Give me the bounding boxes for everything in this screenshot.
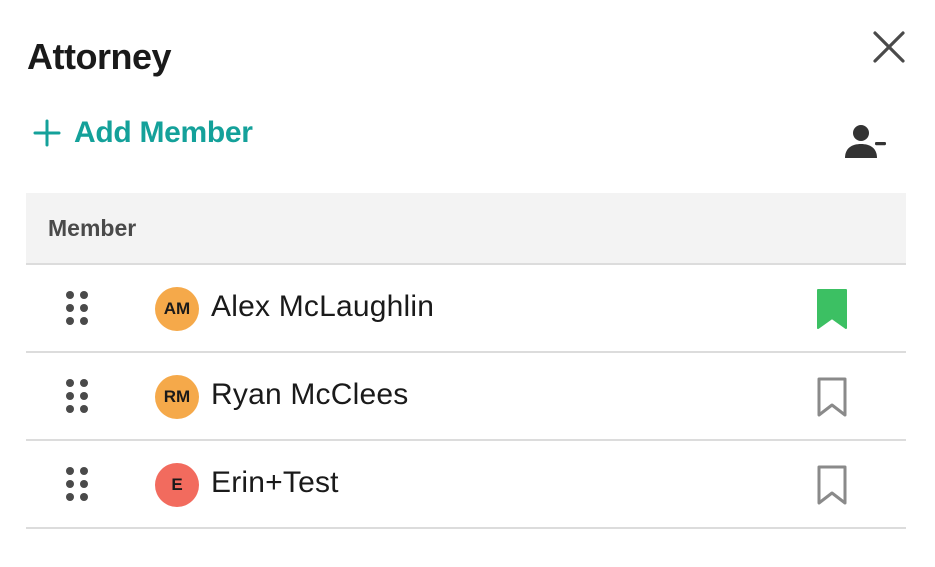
table-row: RM Ryan McClees [26,353,906,441]
close-icon [873,31,905,63]
add-member-label: Add Member [74,116,253,149]
column-header-member: Member [48,214,137,241]
avatar: AM [155,287,199,331]
avatar: RM [155,375,199,419]
drag-handle-icon[interactable] [64,377,90,415]
bookmark-filled-icon[interactable] [814,287,850,331]
avatar-initials: AM [163,299,191,318]
table-row: AM Alex McLaughlin [26,265,906,353]
members-table: Member AM Alex McLaughlin RM Ryan McClee… [26,193,906,529]
drag-handle-icon[interactable] [64,465,90,503]
person-remove-icon [845,125,886,158]
add-member-button[interactable]: Add Member [32,116,253,150]
bookmark-outline-icon[interactable] [814,375,850,419]
member-name: Erin+Test [211,466,339,499]
table-header: Member [26,193,906,265]
plus-icon [33,119,61,147]
bookmark-outline-icon[interactable] [814,463,850,507]
close-button[interactable] [868,26,910,68]
member-name: Ryan McClees [211,378,409,411]
member-name: Alex McLaughlin [211,290,435,323]
table-row: E Erin+Test [26,441,906,529]
attorney-panel: Attorney Add Member Member AM Alex McLau… [0,0,935,567]
avatar-initials: E [171,475,183,494]
panel-title: Attorney [27,36,172,77]
avatar: E [155,463,199,507]
remove-member-button[interactable] [842,122,890,162]
avatar-initials: RM [163,387,191,406]
drag-handle-icon[interactable] [64,289,90,327]
